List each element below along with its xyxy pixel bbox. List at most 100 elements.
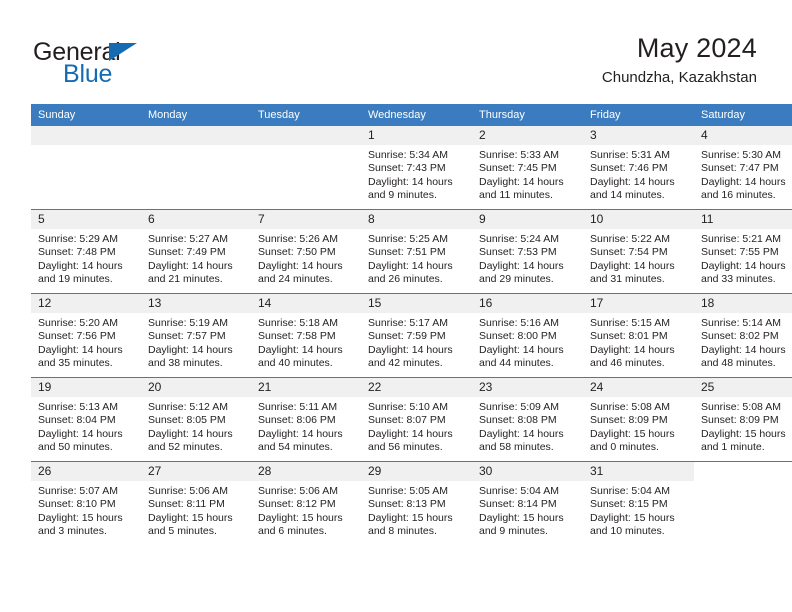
day-details: Sunrise: 5:08 AM Sunset: 8:09 PM Daylight:… [583,397,694,455]
calendar-grid: Sunday Monday Tuesday Wednesday Thursday Frid… [31,104,792,545]
calendar-day-cell[interactable]: 11 Sunrise: 5:21 AM Sunset: 7:55 PM Dayligh… [694,209,792,294]
day-details: Sunrise: 5:19 AM Sunset: 7:57 PM Daylight:… [141,313,251,371]
sunrise-text: Sunrise: 5:26 AM [258,233,338,245]
day-number: 28 [251,462,361,481]
day-details: Sunrise: 5:06 AM Sunset: 8:11 PM Daylight:… [141,481,251,539]
day-details: Sunrise: 5:27 AM Sunset: 7:49 PM Daylight:… [141,229,251,287]
calendar-day-cell[interactable]: 1 Sunrise: 5:34 AM Sunset: 7:43 PM Daylight… [361,126,472,210]
calendar-day-cell[interactable]: 16 Sunrise: 5:16 AM Sunset: 8:00 PM Dayligh… [472,293,583,378]
calendar-day-cell[interactable]: 25 Sunrise: 5:08 AM Sunset: 8:09 PM Dayligh… [694,377,792,462]
day-details: Sunrise: 5:24 AM Sunset: 7:53 PM Daylight:… [472,229,583,287]
calendar-day-cell[interactable]: 14 Sunrise: 5:18 AM Sunset: 7:58 PM Dayligh… [251,293,361,378]
day-details: Sunrise: 5:04 AM Sunset: 8:14 PM Daylight:… [472,481,583,539]
calendar-day-cell[interactable]: 17 Sunrise: 5:15 AM Sunset: 8:01 PM Dayligh… [583,293,694,378]
calendar-empty-cell [694,461,792,545]
calendar-day-cell[interactable]: 26 Sunrise: 5:07 AM Sunset: 8:10 PM Dayligh… [31,461,141,545]
sunrise-text: Sunrise: 5:06 AM [148,485,228,497]
calendar-day-cell[interactable]: 4 Sunrise: 5:30 AM Sunset: 7:47 PM Daylight… [694,126,792,210]
calendar-day-cell[interactable]: 8 Sunrise: 5:25 AM Sunset: 7:51 PM Daylight… [361,209,472,294]
calendar-day-cell[interactable]: 24 Sunrise: 5:08 AM Sunset: 8:09 PM Dayligh… [583,377,694,462]
calendar-day-cell[interactable]: 9 Sunrise: 5:24 AM Sunset: 7:53 PM Daylight… [472,209,583,294]
calendar-day-cell[interactable]: 12 Sunrise: 5:20 AM Sunset: 7:56 PM Dayligh… [31,293,141,378]
calendar-day-cell[interactable]: 23 Sunrise: 5:09 AM Sunset: 8:08 PM Dayligh… [472,377,583,462]
sunrise-text: Sunrise: 5:33 AM [479,149,559,161]
sunrise-text: Sunrise: 5:16 AM [479,317,559,329]
day-cell-inner: 26 Sunrise: 5:07 AM Sunset: 8:10 PM Dayligh… [31,462,141,545]
day-cell-inner [251,126,361,209]
calendar-day-cell[interactable]: 30 Sunrise: 5:04 AM Sunset: 8:14 PM Dayligh… [472,461,583,545]
sunrise-text: Sunrise: 5:13 AM [38,401,118,413]
sunset-text: Sunset: 7:45 PM [479,162,557,175]
calendar-day-cell[interactable]: 13 Sunrise: 5:19 AM Sunset: 7:57 PM Dayligh… [141,293,251,378]
daylight-text: Daylight: 15 hours and 1 minute. [701,427,786,454]
sunset-text: Sunset: 7:49 PM [148,246,226,259]
sunset-text: Sunset: 7:46 PM [590,162,668,175]
day-number: 23 [472,378,583,397]
calendar-day-cell[interactable]: 29 Sunrise: 5:05 AM Sunset: 8:13 PM Dayligh… [361,461,472,545]
calendar-day-cell[interactable]: 20 Sunrise: 5:12 AM Sunset: 8:05 PM Dayligh… [141,377,251,462]
day-number: 19 [31,378,141,397]
calendar-day-cell[interactable]: 28 Sunrise: 5:06 AM Sunset: 8:12 PM Dayligh… [251,461,361,545]
calendar-day-cell[interactable]: 7 Sunrise: 5:26 AM Sunset: 7:50 PM Daylight… [251,209,361,294]
calendar-week-row: 19 Sunrise: 5:13 AM Sunset: 8:04 PM Dayligh… [31,377,792,462]
weekday-header-saturday: Saturday [694,104,792,126]
calendar-day-cell[interactable]: 21 Sunrise: 5:11 AM Sunset: 8:06 PM Dayligh… [251,377,361,462]
sunset-text: Sunset: 8:15 PM [590,498,668,511]
sunrise-text: Sunrise: 5:06 AM [258,485,338,497]
day-cell-inner [141,126,251,209]
day-number: 2 [472,126,583,145]
sunset-text: Sunset: 7:47 PM [701,162,779,175]
day-cell-inner: 21 Sunrise: 5:11 AM Sunset: 8:06 PM Dayligh… [251,378,361,461]
day-cell-inner: 14 Sunrise: 5:18 AM Sunset: 7:58 PM Dayligh… [251,294,361,377]
sunrise-text: Sunrise: 5:31 AM [590,149,670,161]
daylight-text: Daylight: 14 hours and 33 minutes. [701,259,786,286]
sunrise-text: Sunrise: 5:11 AM [258,401,338,413]
sunset-text: Sunset: 8:12 PM [258,498,336,511]
calendar-day-cell[interactable]: 15 Sunrise: 5:17 AM Sunset: 7:59 PM Dayligh… [361,293,472,378]
day-cell-inner [31,126,141,209]
daylight-text: Daylight: 15 hours and 5 minutes. [148,511,233,538]
daylight-text: Daylight: 14 hours and 14 minutes. [590,175,675,202]
day-details: Sunrise: 5:08 AM Sunset: 8:09 PM Daylight:… [694,397,792,455]
page-header: General Blue May 2024 Chundzha, Kazakhst… [0,0,792,100]
daylight-text: Daylight: 14 hours and 29 minutes. [479,259,564,286]
day-cell-inner: 10 Sunrise: 5:22 AM Sunset: 7:54 PM Dayligh… [583,210,694,293]
calendar-day-cell[interactable]: 22 Sunrise: 5:10 AM Sunset: 8:07 PM Dayligh… [361,377,472,462]
day-details: Sunrise: 5:15 AM Sunset: 8:01 PM Daylight:… [583,313,694,371]
title-block: May 2024 Chundzha, Kazakhstan [602,32,757,88]
daylight-text: Daylight: 14 hours and 21 minutes. [148,259,233,286]
daylight-text: Daylight: 14 hours and 40 minutes. [258,343,343,370]
calendar-week-row: 1 Sunrise: 5:34 AM Sunset: 7:43 PM Daylight… [31,126,792,210]
calendar-day-cell[interactable]: 6 Sunrise: 5:27 AM Sunset: 7:49 PM Daylight… [141,209,251,294]
sunset-text: Sunset: 7:53 PM [479,246,557,259]
day-number: 12 [31,294,141,313]
calendar-day-cell[interactable]: 3 Sunrise: 5:31 AM Sunset: 7:46 PM Daylight… [583,126,694,210]
day-number [694,462,792,481]
calendar-day-cell[interactable]: 5 Sunrise: 5:29 AM Sunset: 7:48 PM Daylight… [31,209,141,294]
sunrise-text: Sunrise: 5:07 AM [38,485,118,497]
sunrise-text: Sunrise: 5:19 AM [148,317,228,329]
sunset-text: Sunset: 7:57 PM [148,330,226,343]
daylight-text: Daylight: 14 hours and 31 minutes. [590,259,675,286]
day-cell-inner: 20 Sunrise: 5:12 AM Sunset: 8:05 PM Dayligh… [141,378,251,461]
calendar-day-cell[interactable]: 31 Sunrise: 5:04 AM Sunset: 8:15 PM Dayligh… [583,461,694,545]
daylight-text: Daylight: 14 hours and 16 minutes. [701,175,786,202]
day-details: Sunrise: 5:17 AM Sunset: 7:59 PM Daylight:… [361,313,472,371]
page-subtitle: Chundzha, Kazakhstan [601,69,757,86]
sunrise-text: Sunrise: 5:04 AM [590,485,670,497]
sunset-text: Sunset: 8:14 PM [479,498,557,511]
calendar-day-cell[interactable]: 27 Sunrise: 5:06 AM Sunset: 8:11 PM Dayligh… [141,461,251,545]
sunset-text: Sunset: 8:09 PM [701,414,779,427]
calendar-day-cell[interactable]: 18 Sunrise: 5:14 AM Sunset: 8:02 PM Dayligh… [694,293,792,378]
day-details: Sunrise: 5:09 AM Sunset: 8:08 PM Daylight:… [472,397,583,455]
calendar-day-cell[interactable]: 10 Sunrise: 5:22 AM Sunset: 7:54 PM Dayligh… [583,209,694,294]
day-number: 11 [694,210,792,229]
sunrise-text: Sunrise: 5:17 AM [368,317,448,329]
daylight-text: Daylight: 14 hours and 46 minutes. [590,343,675,370]
day-cell-inner: 8 Sunrise: 5:25 AM Sunset: 7:51 PM Daylight… [361,210,472,293]
day-number: 16 [472,294,583,313]
day-number [141,126,251,145]
day-details: Sunrise: 5:04 AM Sunset: 8:15 PM Daylight:… [583,481,694,539]
calendar-day-cell[interactable]: 19 Sunrise: 5:13 AM Sunset: 8:04 PM Dayligh… [31,377,141,462]
calendar-day-cell[interactable]: 2 Sunrise: 5:33 AM Sunset: 7:45 PM Daylight… [472,126,583,210]
